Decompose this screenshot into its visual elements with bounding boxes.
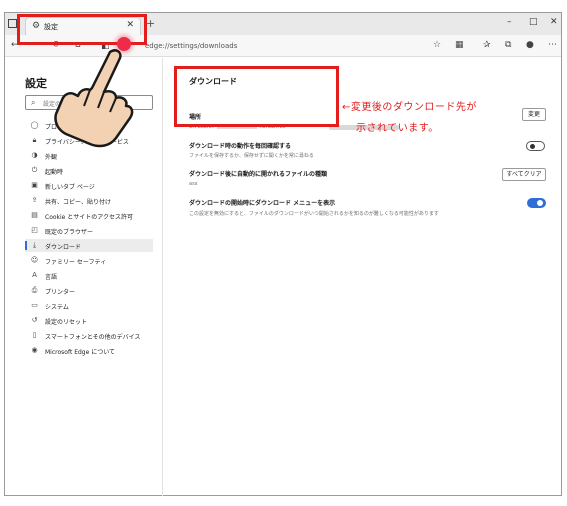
sidebar-item-phone[interactable]: ▯ スマートフォンとその他のデバイス <box>25 329 153 342</box>
sidebar-item-label: スマートフォンとその他のデバイス <box>45 334 141 341</box>
maximize-button[interactable]: □ <box>529 17 538 27</box>
sidebar-item-downloads[interactable]: ⤓ ダウンロード <box>25 239 153 252</box>
sidebar-item-label: 設定のリセット <box>45 319 88 326</box>
person-icon: ◯ <box>30 121 39 129</box>
browser-icon: ◰ <box>31 226 38 234</box>
show-menu-description: この設定を無効にすると、ファイルのダウンロードがいつ開始されるかを知るのが難しく… <box>189 211 439 217</box>
annotation-line-1: ←変更後のダウンロード先が <box>342 102 477 113</box>
toggle-knob <box>537 200 543 206</box>
reset-icon: ↺ <box>31 316 38 324</box>
family-icon: ☺ <box>30 256 39 264</box>
sidebar-item-newtab[interactable]: ▣ 新しいタブ ページ <box>25 179 153 192</box>
lock-icon: 🔒︎ <box>32 136 37 144</box>
favorite-star-icon[interactable]: ☆ <box>433 40 441 50</box>
sidebar-item-label: ダウンロード <box>45 244 82 251</box>
pointing-hand-icon <box>54 49 134 148</box>
ask-download-description: ファイルを保存するか、保存せずに開くかを常に尋ねる <box>189 153 314 159</box>
tab-actions-icon[interactable] <box>8 19 17 28</box>
sidebar-item-cookies[interactable]: ▤ Cookie とサイトのアクセス許可 <box>25 209 153 222</box>
palette-icon: ◑ <box>31 151 38 159</box>
show-menu-toggle[interactable] <box>527 198 546 208</box>
power-icon: ⏻ <box>31 166 38 174</box>
newtab-icon: ▣ <box>31 181 38 189</box>
search-icon: ⌕ <box>31 98 36 107</box>
sidebar-item-label: 新しいタブ ページ <box>45 184 95 191</box>
more-menu-icon[interactable]: ⋯ <box>548 40 557 50</box>
annotation-line-2: 示されています。 <box>356 123 439 134</box>
auto-open-types: asx <box>189 181 198 187</box>
sidebar-item-system[interactable]: ▭ システム <box>25 299 153 312</box>
sidebar-item-appearance[interactable]: ◑ 外観 <box>25 149 153 162</box>
printer-icon: ⎙ <box>31 286 38 294</box>
sidebar-item-default-browser[interactable]: ◰ 既定のブラウザー <box>25 224 153 237</box>
auto-open-label: ダウンロード後に自動的に開かれるファイルの種類 <box>189 171 328 178</box>
toggle-knob <box>530 144 535 149</box>
permissions-icon: ▤ <box>31 211 38 219</box>
address-bar[interactable]: ◧ edge://settings/downloads <box>99 38 429 54</box>
edge-icon: ◉ <box>31 346 38 354</box>
share-icon: ⇪ <box>31 196 38 204</box>
clear-all-button[interactable]: すべてクリア <box>502 168 546 181</box>
sidebar-item-label: 言語 <box>45 274 58 281</box>
extension-icon[interactable]: ▦ <box>455 40 464 50</box>
sidebar-item-label: 起動時 <box>45 169 64 176</box>
sidebar-item-label: Cookie とサイトのアクセス許可 <box>45 214 133 221</box>
system-icon: ▭ <box>31 301 38 309</box>
change-location-button[interactable]: 変更 <box>522 108 546 121</box>
minimize-button[interactable]: – <box>507 17 512 27</box>
phone-icon: ▯ <box>32 331 37 339</box>
sidebar-item-printers[interactable]: ⎙ プリンター <box>25 284 153 297</box>
sidebar-item-languages[interactable]: A 言語 <box>25 269 153 282</box>
sidebar-item-label: 共有、コピー、貼り付け <box>45 199 111 206</box>
favorites-icon[interactable]: ✰ <box>483 40 491 50</box>
location-highlight-box <box>174 66 339 127</box>
sidebar-item-about[interactable]: ◉ Microsoft Edge について <box>25 344 153 357</box>
ask-download-toggle[interactable] <box>526 141 545 151</box>
collections-icon[interactable]: ⧉ <box>505 40 511 50</box>
sidebar-item-reset[interactable]: ↺ 設定のリセット <box>25 314 153 327</box>
show-menu-label: ダウンロードの開始時にダウンロード メニューを表示 <box>189 200 336 207</box>
sidebar-item-label: 外観 <box>45 154 58 161</box>
download-icon: ⤓ <box>32 241 37 249</box>
sidebar-item-startup[interactable]: ⏻ 起動時 <box>25 164 153 177</box>
sidebar-item-family[interactable]: ☺ ファミリー セーフティ <box>25 254 153 267</box>
sidebar-item-label: 既定のブラウザー <box>45 229 94 236</box>
address-url: edge://settings/downloads <box>145 42 238 50</box>
close-window-button[interactable]: ✕ <box>550 17 558 27</box>
sidebar-item-share[interactable]: ⇪ 共有、コピー、貼り付け <box>25 194 153 207</box>
new-tab-button[interactable]: + <box>146 17 155 30</box>
sidebar-item-label: プリンター <box>45 289 76 296</box>
ask-download-label: ダウンロード時の動作を毎回確認する <box>189 143 292 150</box>
language-icon: A <box>32 271 37 279</box>
sidebar-item-label: ファミリー セーフティ <box>45 259 107 266</box>
profile-avatar-icon[interactable]: ● <box>526 40 534 50</box>
sidebar-item-label: Microsoft Edge について <box>45 349 116 356</box>
sidebar-item-label: システム <box>45 304 69 311</box>
